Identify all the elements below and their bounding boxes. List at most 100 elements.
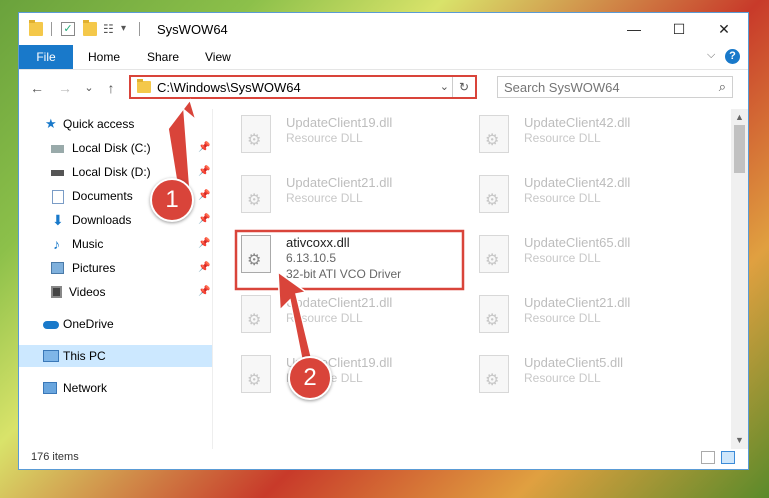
pin-icon: 📌 — [198, 190, 211, 201]
sidebar-item-pictures[interactable]: Pictures 📌 — [19, 257, 212, 279]
back-button[interactable]: ← — [27, 78, 47, 98]
file-explorer-window: ✓ ☷ ▾ SysWOW64 — ☐ ✕ File Home Share Vie… — [18, 12, 749, 470]
file-description: 32-bit ATI VCO Driver — [286, 267, 402, 281]
drive-icon — [51, 170, 64, 176]
search-icon[interactable]: ⌕ — [719, 79, 726, 95]
sidebar-item-onedrive[interactable]: OneDrive — [19, 313, 212, 335]
file-name: UpdateClient19.dll — [286, 115, 393, 130]
tab-file[interactable]: File — [19, 45, 73, 69]
forward-button[interactable]: → — [55, 78, 75, 98]
file-item[interactable]: UpdateClient21.dll Resource DLL — [219, 169, 439, 221]
dll-file-icon — [241, 355, 271, 393]
file-name: UpdateClient65.dll — [524, 235, 631, 250]
sidebar-item-videos[interactable]: Videos 📌 — [19, 281, 212, 303]
address-bar[interactable]: C:\Windows\SysWOW64 ⌄ ↻ — [129, 75, 477, 99]
file-name: UpdateClient21.dll — [524, 295, 631, 310]
close-button[interactable]: ✕ — [701, 13, 747, 45]
sidebar-item-network[interactable]: Network — [19, 377, 212, 399]
divider — [139, 22, 140, 36]
pin-icon: 📌 — [198, 286, 211, 297]
step-2-badge: 2 — [288, 356, 332, 400]
downloads-icon: ⬇ — [52, 212, 64, 228]
properties-icon[interactable]: ✓ — [61, 22, 75, 36]
file-description: Resource DLL — [524, 251, 601, 265]
file-item[interactable]: UpdateClient5.dll Resource DLL — [457, 349, 677, 401]
file-description: Resource DLL — [524, 131, 601, 145]
dll-file-icon — [241, 235, 271, 273]
item-count: 176 items — [31, 451, 79, 463]
status-bar: 176 items — [19, 447, 748, 469]
file-item[interactable]: UpdateClient19.dll Resource DLL — [219, 109, 439, 161]
sidebar-item-label: Local Disk (D:) — [72, 165, 151, 179]
address-dropdown-icon[interactable]: ⌄ — [440, 80, 449, 93]
scroll-up-icon[interactable]: ▲ — [731, 109, 748, 126]
expand-ribbon-icon[interactable]: ⌵ — [707, 49, 715, 62]
tiles-view-icon[interactable] — [721, 451, 735, 464]
ribbon-tabs: File Home Share View ⌵ ? — [19, 45, 748, 69]
sidebar-item-label: Local Disk (C:) — [72, 141, 151, 155]
pin-icon: 📌 — [198, 238, 211, 249]
drive-icon — [51, 145, 64, 153]
sidebar-item-label: OneDrive — [63, 317, 114, 331]
search-input[interactable] — [504, 80, 704, 95]
file-item[interactable]: UpdateClient65.dll Resource DLL — [457, 229, 677, 281]
maximize-button[interactable]: ☐ — [656, 13, 702, 45]
file-item[interactable]: UpdateClient21.dll Resource DLL — [457, 289, 677, 341]
dll-file-icon — [479, 175, 509, 213]
file-item-ativcoxx[interactable]: ativcoxx.dll 6.13.10.5 32-bit ATI VCO Dr… — [219, 229, 439, 281]
videos-icon — [51, 286, 62, 298]
tab-view[interactable]: View — [205, 45, 231, 69]
file-description: Resource DLL — [286, 191, 363, 205]
address-path[interactable]: C:\Windows\SysWOW64 — [157, 80, 301, 95]
customize-toolbar-icon[interactable]: ☷ — [103, 22, 117, 36]
file-name: UpdateClient5.dll — [524, 355, 624, 370]
sidebar-item-label: Documents — [72, 189, 133, 203]
title-bar: ✓ ☷ ▾ SysWOW64 — ☐ ✕ — [19, 13, 748, 45]
dll-file-icon — [479, 295, 509, 333]
help-icon[interactable]: ? — [725, 49, 740, 64]
sidebar-item-local-disk-c[interactable]: Local Disk (C:) 📌 — [19, 137, 212, 159]
pc-icon — [43, 350, 59, 362]
file-item[interactable]: UpdateClient21.dll Resource DLL — [219, 289, 439, 341]
pictures-icon — [51, 262, 64, 274]
network-icon — [43, 382, 57, 394]
file-item[interactable]: UpdateClient42.dll Resource DLL — [457, 169, 677, 221]
folder-icon — [137, 79, 151, 93]
search-box[interactable]: ⌕ — [497, 76, 733, 98]
details-view-icon[interactable] — [701, 451, 715, 464]
file-list: UpdateClient19.dll Resource DLL UpdateCl… — [219, 109, 729, 449]
tab-home[interactable]: Home — [88, 45, 120, 69]
tab-share[interactable]: Share — [147, 45, 179, 69]
sidebar-item-label: Downloads — [72, 213, 132, 227]
chevron-down-icon[interactable]: ▾ — [121, 22, 135, 36]
refresh-button[interactable]: ↻ — [452, 77, 475, 97]
minimize-button[interactable]: — — [611, 13, 657, 45]
file-name: UpdateClient21.dll — [286, 295, 393, 310]
file-name: UpdateClient42.dll — [524, 115, 631, 130]
sidebar-item-label: Music — [72, 237, 104, 251]
vertical-scrollbar[interactable]: ▲ ▼ — [731, 109, 748, 449]
dll-file-icon — [241, 295, 271, 333]
divider — [51, 22, 52, 36]
file-description: Resource DLL — [524, 371, 601, 385]
dll-file-icon — [479, 115, 509, 153]
window-title: SysWOW64 — [157, 22, 228, 37]
recent-locations-button[interactable]: ⌄ — [79, 78, 99, 98]
star-icon: ★ — [45, 116, 57, 131]
file-name: UpdateClient21.dll — [286, 175, 393, 190]
sidebar-item-this-pc[interactable]: This PC — [19, 345, 212, 367]
sidebar-item-quick-access[interactable]: ★ Quick access — [19, 113, 212, 135]
file-name: UpdateClient42.dll — [524, 175, 631, 190]
scroll-thumb[interactable] — [734, 125, 745, 173]
sidebar-item-local-disk-d[interactable]: Local Disk (D:) 📌 — [19, 161, 212, 183]
navigation-bar: ← → ⌄ ↑ C:\Windows\SysWOW64 ⌄ ↻ ⌕ — [19, 69, 748, 106]
new-folder-icon[interactable] — [83, 20, 97, 36]
sidebar-item-label: This PC — [63, 349, 106, 363]
file-item[interactable]: UpdateClient42.dll Resource DLL — [457, 109, 677, 161]
music-icon: ♪ — [53, 236, 60, 252]
pin-icon: 📌 — [198, 262, 211, 273]
sidebar-item-label: Network — [63, 381, 108, 395]
file-version: 6.13.10.5 — [286, 251, 337, 265]
sidebar-item-music[interactable]: ♪ Music 📌 — [19, 233, 212, 255]
up-button[interactable]: ↑ — [101, 78, 121, 98]
